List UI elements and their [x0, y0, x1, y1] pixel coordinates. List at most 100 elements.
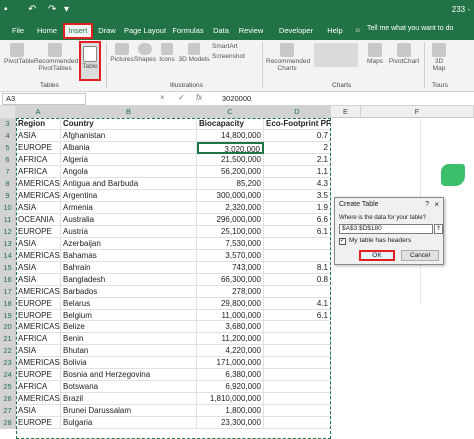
save-icon[interactable]: ▪	[4, 4, 8, 15]
cell-biocapacity[interactable]: 29,800,000	[197, 297, 264, 310]
cell-country[interactable]: Bangladesh	[61, 273, 197, 286]
chart-types-gallery[interactable]	[312, 43, 360, 68]
cell-country[interactable]: Albania	[61, 141, 197, 154]
cell-footprint[interactable]	[264, 369, 331, 382]
cell-footprint[interactable]	[264, 237, 331, 250]
cell-footprint[interactable]: 6.1	[264, 309, 331, 322]
cell-biocapacity[interactable]: 11,000,000	[197, 309, 264, 322]
row-header[interactable]: 7	[0, 165, 16, 178]
cell-biocapacity[interactable]: 6,380,000	[197, 369, 264, 382]
row-header[interactable]: 14	[0, 249, 16, 262]
row-header[interactable]: 15	[0, 261, 16, 274]
cell-biocapacity[interactable]: 296,000,000	[197, 213, 264, 226]
tab-data[interactable]: Data	[210, 24, 232, 40]
cell-country-header[interactable]: Country	[61, 118, 197, 130]
row-header[interactable]: 10	[0, 201, 16, 214]
select-all-corner[interactable]	[0, 106, 16, 118]
cell-biocapacity[interactable]: 278,000	[197, 285, 264, 298]
cell-country[interactable]: Bahrain	[61, 261, 197, 274]
close-icon[interactable]: ×	[434, 200, 439, 209]
help-icon[interactable]: ?	[425, 201, 429, 208]
cell-region[interactable]: EUROPE	[16, 141, 61, 154]
smartart-button[interactable]: SmartArt	[212, 43, 250, 50]
pivottable-button[interactable]: PivotTable	[4, 43, 34, 65]
cell-biocapacity[interactable]: 3,570,000	[197, 249, 264, 262]
row-header[interactable]: 23	[0, 357, 16, 370]
enter-icon[interactable]: ✓	[178, 93, 185, 102]
cell-biocapacity[interactable]: 14,800,000	[197, 129, 264, 142]
cell-region[interactable]: AMERICAS	[16, 357, 61, 370]
cell-footprint[interactable]: 2.1	[264, 153, 331, 166]
cell-footprint[interactable]: 2	[264, 141, 331, 154]
row-header[interactable]: 13	[0, 237, 16, 250]
row-header[interactable]: 11	[0, 213, 16, 226]
cell-biocapacity[interactable]: 7,530,000	[197, 237, 264, 250]
cancel-icon[interactable]: ×	[160, 93, 165, 102]
cell-country[interactable]: Australia	[61, 213, 197, 226]
collapse-dialog-icon[interactable]: ⇑	[434, 224, 443, 234]
tab-home[interactable]: Home	[34, 24, 60, 40]
tab-page-layout[interactable]: Page Layout	[123, 24, 167, 40]
cell-region[interactable]: ASIA	[16, 405, 61, 418]
table-button[interactable]: Table	[79, 41, 101, 81]
cell-country[interactable]: Brunei Darussalam	[61, 405, 197, 418]
cell-country[interactable]: Bahamas	[61, 249, 197, 262]
customize-qat-icon[interactable]: ▾	[64, 4, 69, 15]
cell-region[interactable]: ASIA	[16, 261, 61, 274]
cell-footprint[interactable]: 4.3	[264, 177, 331, 190]
column-header-e[interactable]: E	[331, 106, 361, 118]
redo-icon[interactable]: ↷	[48, 4, 56, 15]
cell-biocapacity[interactable]: 21,500,000	[197, 153, 264, 166]
tab-insert[interactable]: Insert	[63, 23, 93, 39]
cell-biocapacity[interactable]: 1,810,000,000	[197, 393, 264, 406]
row-header[interactable]: 27	[0, 405, 16, 418]
tab-draw[interactable]: Draw	[96, 24, 118, 40]
row-header[interactable]: 9	[0, 189, 16, 202]
cell-country[interactable]: Bosnia and Herzegovina	[61, 369, 197, 382]
row-header[interactable]: 4	[0, 129, 16, 142]
cell-country[interactable]: Azerbaijan	[61, 237, 197, 250]
cell-footprint[interactable]	[264, 417, 331, 430]
cell-region[interactable]: AFRICA	[16, 333, 61, 346]
cell-country[interactable]: Algeria	[61, 153, 197, 166]
formula-input[interactable]: 3020000	[222, 94, 251, 103]
row-header[interactable]: 12	[0, 225, 16, 238]
cell-biocapacity[interactable]: 6,920,000	[197, 381, 264, 394]
row-header[interactable]: 25	[0, 381, 16, 394]
cell-country[interactable]: Benin	[61, 333, 197, 346]
cell-footprint[interactable]	[264, 333, 331, 346]
cell-footprint[interactable]: 4.1	[264, 297, 331, 310]
maps-button[interactable]: Maps	[365, 43, 385, 65]
cell-biocapacity[interactable]: 171,000,000	[197, 357, 264, 370]
cell-region[interactable]: EUROPE	[16, 297, 61, 310]
cell-region[interactable]: AMERICAS	[16, 393, 61, 406]
cell-biocapacity[interactable]: 85,200	[197, 177, 264, 190]
row-header[interactable]: 19	[0, 309, 16, 322]
tab-formulas[interactable]: Formulas	[171, 24, 205, 40]
cell-country[interactable]: Belarus	[61, 297, 197, 310]
cell-footprint[interactable]: 1.9	[264, 201, 331, 214]
cell-biocapacity[interactable]: 56,200,000	[197, 165, 264, 178]
row-header[interactable]: 28	[0, 417, 16, 430]
cell-biocapacity[interactable]: 3,020,000	[197, 141, 264, 154]
recommended-pivottables-button[interactable]: Recommended PivotTables	[34, 43, 78, 72]
cell-region[interactable]: ASIA	[16, 237, 61, 250]
cell-footprint[interactable]	[264, 357, 331, 370]
cell-biocapacity[interactable]: 743,000	[197, 261, 264, 274]
cell-region[interactable]: AMERICAS	[16, 189, 61, 202]
cell-region[interactable]: EUROPE	[16, 309, 61, 322]
cell-country[interactable]: Argentina	[61, 189, 197, 202]
cell-region[interactable]: EUROPE	[16, 417, 61, 430]
cell-region[interactable]: EUROPE	[16, 369, 61, 382]
cancel-button[interactable]: Cancel	[401, 250, 439, 261]
cell-region[interactable]: ASIA	[16, 345, 61, 358]
cell-region[interactable]: AMERICAS	[16, 321, 61, 334]
worksheet-grid[interactable]: A B C D E F 3 Region Country Biocapacity…	[0, 106, 474, 439]
cell-country[interactable]: Brazil	[61, 393, 197, 406]
cell-country[interactable]: Barbados	[61, 285, 197, 298]
cell-footprint[interactable]: 8.1	[264, 261, 331, 274]
cell-footprint[interactable]	[264, 393, 331, 406]
cell-region[interactable]: ASIA	[16, 129, 61, 142]
row-header[interactable]: 26	[0, 393, 16, 406]
cell-region[interactable]: AFRICA	[16, 381, 61, 394]
